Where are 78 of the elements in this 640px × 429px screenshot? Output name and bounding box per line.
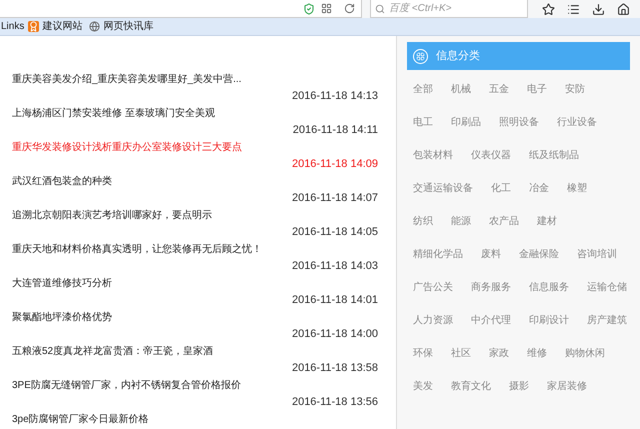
article-link[interactable]: 3pe防腐钢管厂家今日最新价格 (12, 412, 378, 428)
category-link[interactable]: 人力资源 (413, 313, 453, 328)
category-link[interactable]: 社区 (451, 346, 471, 361)
article-date: 2016-11-18 14:03 (292, 259, 378, 274)
category-link[interactable]: 行业设备 (557, 115, 597, 130)
category-link[interactable]: 商务服务 (471, 280, 511, 295)
award-icon (28, 21, 40, 32)
category-link[interactable]: 电子 (527, 82, 547, 97)
category-link[interactable]: 中介代理 (471, 313, 511, 328)
article-link[interactable]: 追溯北京朝阳表演艺考培训哪家好，要点明示 (12, 208, 378, 224)
category-link[interactable]: 化工 (491, 181, 511, 196)
reload-icon[interactable] (344, 3, 355, 14)
article-date: 2016-11-18 14:07 (292, 191, 378, 206)
category-link[interactable]: 全部 (413, 82, 433, 97)
category-link[interactable]: 安防 (565, 82, 585, 97)
category-link[interactable]: 纺织 (413, 214, 433, 229)
globe-icon (89, 21, 100, 32)
article-link[interactable]: 武汉红酒包装盒的种类 (12, 174, 378, 190)
article-date: 2016-11-18 14:00 (292, 327, 378, 342)
article-link[interactable]: 大连管道维修技巧分析 (12, 276, 378, 292)
category-link[interactable]: 印刷设计 (529, 313, 569, 328)
bookmark-star-icon[interactable] (542, 2, 555, 16)
article-link[interactable]: 重庆华发装修设计浅析重庆办公室装修设计三大要点 (12, 140, 378, 156)
category-link[interactable]: 印刷品 (451, 115, 481, 130)
category-link[interactable]: 能源 (451, 214, 471, 229)
category-link[interactable]: 购物休闲 (565, 346, 605, 361)
search-icon (375, 4, 385, 14)
category-link[interactable]: 家政 (489, 346, 509, 361)
category-link[interactable]: 冶金 (529, 181, 549, 196)
category-link[interactable]: 环保 (413, 346, 433, 361)
category-link[interactable]: 农产品 (489, 214, 519, 229)
category-link[interactable]: 电工 (413, 115, 433, 130)
category-link[interactable]: 广告公关 (413, 280, 453, 295)
download-icon[interactable] (592, 2, 605, 16)
article-date: 2016-11-18 14:11 (292, 123, 378, 138)
article-link[interactable]: 重庆美容美发介绍_重庆美容美发哪里好_美发中营... (12, 72, 378, 88)
bookmark-link[interactable]: 建议网站 (28, 19, 82, 34)
article-date: 2016-11-18 14:09 (292, 157, 378, 172)
article-date: 2016-11-18 13:56 (292, 395, 378, 410)
category-link[interactable]: 教育文化 (451, 379, 491, 394)
category-link[interactable]: 机械 (451, 82, 471, 97)
category-link[interactable]: 橡塑 (567, 181, 587, 196)
category-link[interactable]: 摄影 (509, 379, 529, 394)
reading-list-icon[interactable] (567, 2, 580, 16)
category-link[interactable]: 金融保险 (519, 247, 559, 262)
article-link[interactable]: 上海杨浦区门禁安装维修 至泰玻璃门安全美观 (12, 106, 378, 122)
category-link[interactable]: 仪表仪器 (471, 148, 511, 163)
category-link[interactable]: 交通运输设备 (413, 181, 473, 196)
category-link[interactable]: 维修 (527, 346, 547, 361)
category-link[interactable]: 照明设备 (499, 115, 539, 130)
url-field[interactable] (0, 0, 362, 18)
article-date: 2016-11-18 14:05 (292, 225, 378, 240)
category-link[interactable]: 运输仓储 (587, 280, 627, 295)
article-link[interactable]: 重庆天地和材料价格真实透明，让您装修再无后顾之忧！ (12, 242, 378, 258)
category-link[interactable]: 建材 (537, 214, 557, 229)
shield-icon (303, 2, 315, 14)
category-link[interactable]: 纸及纸制品 (529, 148, 579, 163)
article-link[interactable]: 3PE防腐无缝钢管厂家，内衬不锈钢复合管价格报价 (12, 378, 378, 394)
category-link[interactable]: 美发 (413, 379, 433, 394)
article-link[interactable]: 聚氯酯地坪漆价格优势 (12, 310, 378, 326)
category-link[interactable]: 信息服务 (529, 280, 569, 295)
category-link[interactable]: 咨询培训 (577, 247, 617, 262)
grid-icon (413, 48, 428, 64)
category-link[interactable]: 五金 (489, 82, 509, 97)
category-link[interactable]: 房产建筑 (587, 313, 627, 328)
category-link[interactable]: 废料 (481, 247, 501, 262)
article-date: 2016-11-18 14:13 (292, 89, 378, 104)
category-link[interactable]: 精细化学品 (413, 247, 463, 262)
category-title: 信息分类 (436, 48, 480, 64)
article-date: 2016-11-18 14:01 (292, 293, 378, 308)
home-icon[interactable] (617, 2, 630, 16)
bookmark-link[interactable]: 网页快讯库 (89, 19, 154, 34)
category-link[interactable]: 家居装修 (547, 379, 587, 394)
article-link[interactable]: 五粮液52度真龙祥龙富贵酒：帝王瓷，皇家酒 (12, 344, 378, 360)
article-date: 2016-11-18 13:58 (292, 361, 378, 376)
search-field[interactable]: 百度 <Ctrl+K> (370, 0, 528, 18)
category-link[interactable]: 包装材料 (413, 148, 453, 163)
links-label: Links (1, 20, 24, 34)
